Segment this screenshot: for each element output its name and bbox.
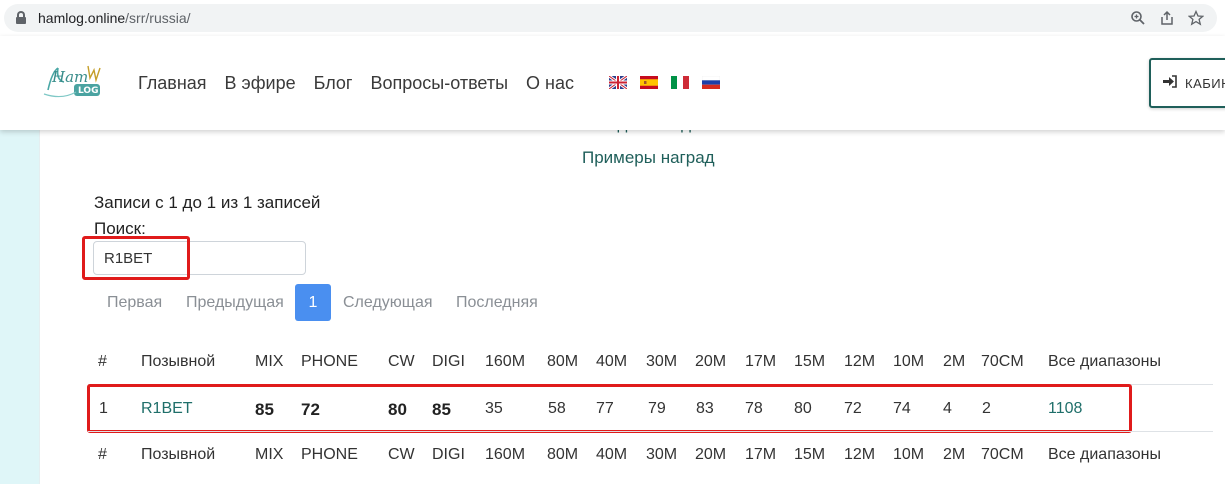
footer-header-40m: 40M: [596, 446, 628, 463]
column-header-40m[interactable]: 40M: [596, 353, 627, 371]
footer-header-num: #: [98, 446, 107, 463]
share-icon[interactable]: [1159, 10, 1175, 26]
footer-header-phone: PHONE: [301, 446, 358, 463]
flag-ru-icon[interactable]: [702, 76, 720, 89]
row-cell-num: 1: [99, 400, 108, 417]
footer-header-digi: DIGI: [432, 446, 465, 463]
footer-header-2m: 2M: [943, 446, 966, 463]
pagination-current-page[interactable]: 1: [295, 284, 331, 321]
row-cell-digi: 85: [432, 400, 451, 419]
row-cell-cw: 80: [388, 400, 407, 419]
lock-icon[interactable]: [16, 11, 26, 24]
column-header-2m[interactable]: 2M: [943, 353, 965, 371]
row-cell-mix: 85: [255, 400, 274, 419]
browser-toolbar: hamlog.online/srr/russia/: [0, 0, 1225, 36]
flag-es-icon[interactable]: [640, 76, 658, 89]
cabinet-label: КАБИН: [1185, 76, 1225, 91]
url-host: hamlog.online: [38, 10, 126, 26]
column-header-mix[interactable]: MIX: [255, 353, 283, 371]
pagination-first[interactable]: Первая: [107, 294, 162, 312]
column-header-160m[interactable]: 160M: [485, 353, 525, 371]
records-info: Записи с 1 до 1 из 1 записей: [94, 193, 321, 212]
column-header-80m[interactable]: 80M: [547, 353, 578, 371]
language-flags: [609, 76, 733, 89]
row-cell-15m: 80: [794, 400, 812, 417]
footer-header-15m: 15M: [794, 446, 826, 463]
pagination-prev[interactable]: Предыдущая: [186, 294, 284, 312]
column-header-30m[interactable]: 30M: [646, 353, 677, 371]
footer-header-20m: 20M: [695, 446, 727, 463]
row-cell-12m: 72: [844, 400, 862, 417]
row-cell-30m: 79: [648, 400, 666, 417]
row-cell-10m: 74: [893, 400, 911, 417]
column-header-num[interactable]: #: [98, 353, 107, 371]
footer-header-10m: 10M: [893, 446, 925, 463]
column-header-cw[interactable]: CW: [388, 353, 415, 371]
search-label: Поиск:: [94, 219, 146, 238]
row-cell-80m: 58: [548, 400, 566, 417]
url-path: /srr/russia/: [125, 10, 191, 26]
footer-header-80m: 80M: [547, 446, 579, 463]
footer-header-callsign: Позывной: [141, 446, 216, 463]
column-header-12m[interactable]: 12M: [844, 353, 875, 371]
nav-on-air[interactable]: В эфире: [225, 73, 296, 94]
footer-header-all-bands: Все диапазоны: [1048, 446, 1161, 463]
svg-text:LOG: LOG: [78, 86, 98, 96]
flag-it-icon[interactable]: [671, 76, 689, 89]
zoom-icon[interactable]: [1130, 10, 1146, 26]
footer-header-30m: 30M: [646, 446, 678, 463]
nav-faq[interactable]: Вопросы-ответы: [371, 73, 509, 94]
pagination-last[interactable]: Последняя: [456, 294, 538, 312]
column-header-20m[interactable]: 20M: [695, 353, 726, 371]
award-examples-link[interactable]: Примеры наград: [582, 148, 715, 168]
cabinet-login-button[interactable]: КАБИН: [1149, 58, 1225, 108]
row-all-bands-link[interactable]: 1108: [1048, 400, 1082, 418]
footer-header-70cm: 70CM: [981, 446, 1024, 463]
footer-header-mix: MIX: [255, 446, 284, 463]
pagination-next[interactable]: Следующая: [343, 294, 433, 312]
footer-header-17m: 17M: [745, 446, 777, 463]
nav-about[interactable]: О нас: [526, 73, 574, 94]
column-header-digi[interactable]: DIGI: [432, 353, 465, 371]
row-cell-2m: 4: [943, 400, 952, 417]
url-text[interactable]: hamlog.online/srr/russia/: [38, 10, 191, 26]
bookmark-star-icon[interactable]: [1187, 9, 1205, 26]
footer-header-cw: CW: [388, 446, 415, 463]
left-side-band: [0, 130, 40, 484]
flag-uk-icon[interactable]: [609, 76, 627, 89]
row-cell-phone: 72: [301, 400, 320, 419]
address-bar[interactable]: hamlog.online/srr/russia/: [4, 4, 1217, 32]
column-header-10m[interactable]: 10M: [893, 353, 924, 371]
main-nav: Главная В эфире Блог Вопросы-ответы О на…: [138, 73, 592, 94]
row-cell-17m: 78: [745, 400, 763, 417]
column-header-all-bands[interactable]: Все диапазоны: [1048, 353, 1161, 371]
search-input[interactable]: [93, 241, 306, 275]
site-header: Ham LOG Главная В эфире Блог Вопросы-отв…: [0, 36, 1225, 130]
footer-header-160m: 160M: [485, 446, 526, 463]
row-cell-40m: 77: [596, 400, 614, 417]
site-logo[interactable]: Ham LOG: [42, 62, 112, 102]
row-cell-160m: 35: [485, 400, 503, 417]
column-header-15m[interactable]: 15M: [794, 353, 825, 371]
row-cell-70cm: 2: [982, 400, 991, 417]
row-cell-20m: 83: [696, 400, 714, 417]
table-footer-divider: [88, 431, 1213, 432]
column-header-phone[interactable]: PHONE: [301, 353, 358, 371]
table-header-divider: [88, 384, 1213, 385]
column-header-17m[interactable]: 17M: [745, 353, 776, 371]
row-callsign-link[interactable]: R1BET: [141, 400, 193, 418]
column-header-callsign[interactable]: Позывной: [141, 353, 215, 371]
svg-text:Ham: Ham: [51, 68, 88, 86]
sign-in-icon: [1163, 75, 1177, 91]
footer-header-12m: 12M: [844, 446, 876, 463]
nav-home[interactable]: Главная: [138, 73, 207, 94]
column-header-70cm[interactable]: 70CM: [981, 353, 1024, 371]
nav-blog[interactable]: Блог: [314, 73, 353, 94]
